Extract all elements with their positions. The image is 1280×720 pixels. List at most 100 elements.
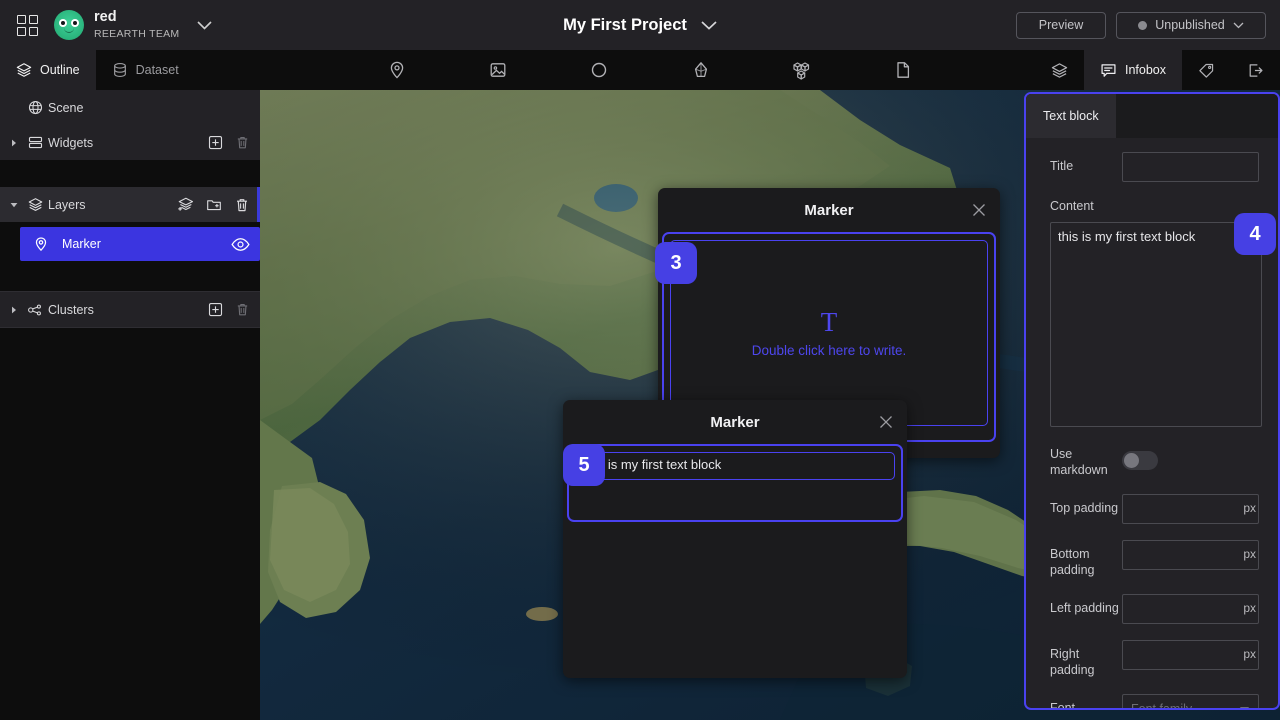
status-badge: Unpublished [1155, 18, 1225, 32]
outline-sidebar: Scene Widgets Layers Marker Clusters [0, 90, 260, 720]
text-block-placeholder[interactable]: T Double click here to write. [670, 240, 988, 426]
status-dot-icon [1138, 20, 1148, 30]
right-tab-group: Infobox [1035, 50, 1280, 90]
secondary-toolbar: Outline Dataset Infobox [0, 50, 1280, 90]
dashboard-button[interactable] [0, 0, 54, 50]
grid-icon [16, 14, 38, 36]
trash-icon[interactable] [234, 197, 250, 213]
preview-button[interactable]: Preview [1016, 11, 1106, 39]
top-bar-actions: Preview Unpublished [1016, 0, 1266, 50]
workspace-avatar [54, 10, 84, 40]
infobox-icon [1100, 62, 1117, 79]
clusters-group: Clusters [0, 292, 260, 327]
bottom-padding-input[interactable] [1122, 540, 1259, 570]
field-right-padding: Right padding px [1050, 640, 1264, 678]
infobox-header: Marker [658, 188, 1000, 232]
layers-icon [22, 197, 48, 212]
eye-icon[interactable] [231, 237, 250, 252]
file-icon[interactable] [886, 53, 920, 87]
use-markdown-toggle[interactable] [1122, 451, 1158, 470]
trash-icon[interactable] [235, 135, 250, 150]
add-icon[interactable] [208, 302, 223, 317]
chevron-right-icon[interactable] [6, 139, 22, 147]
polygon-3d-icon[interactable] [684, 53, 718, 87]
text-block-value: this is my first text block [584, 457, 722, 472]
tab-dataset-label: Dataset [135, 63, 179, 77]
clusters-icon [22, 302, 48, 318]
top-padding-input[interactable] [1122, 494, 1259, 524]
workspace-name: red [94, 9, 117, 26]
infobox-popup-front[interactable]: Marker this is my first text block [563, 400, 907, 678]
title-input[interactable] [1122, 152, 1259, 182]
sidebar-item-layers[interactable]: Layers [0, 187, 260, 222]
workspace-team: REEARTH TEAM [94, 27, 180, 40]
tab-outline[interactable]: Outline [0, 50, 96, 90]
field-content-label: Content [1050, 199, 1094, 213]
step-badge-4-label: 4 [1249, 222, 1261, 245]
sidebar-layer-marker-label: Marker [62, 237, 101, 251]
image-icon[interactable] [481, 53, 515, 87]
field-right-padding-label: Right padding [1050, 647, 1095, 677]
sidebar-item-scene-label: Scene [48, 100, 84, 115]
field-title: Title [1050, 152, 1264, 182]
field-top-padding: Top padding px [1050, 494, 1264, 524]
content-textarea[interactable] [1050, 222, 1262, 427]
sidebar-item-widgets[interactable]: Widgets [0, 125, 260, 160]
circle-icon[interactable] [582, 53, 616, 87]
field-bottom-padding: Bottom padding px [1050, 540, 1264, 578]
chevron-down-icon [1239, 706, 1250, 708]
tab-tags[interactable] [1182, 50, 1231, 90]
field-left-padding-label: Left padding [1050, 601, 1119, 615]
sidebar-divider-2 [0, 327, 260, 328]
sidebar-layer-marker[interactable]: Marker [20, 227, 260, 261]
left-padding-input[interactable] [1122, 594, 1259, 624]
tab-infobox[interactable]: Infobox [1083, 50, 1182, 90]
layers-icon [16, 62, 32, 78]
close-icon[interactable] [879, 415, 893, 429]
new-folder-icon[interactable] [206, 197, 222, 213]
publish-status-button[interactable]: Unpublished [1116, 11, 1266, 39]
infobox-settings-panel: Text block Title Content Use markdown [1024, 92, 1280, 710]
field-top-padding-label: Top padding [1050, 501, 1119, 515]
add-layer-icon[interactable] [177, 196, 194, 213]
tab-scene-layers[interactable] [1035, 50, 1084, 90]
sidebar-item-widgets-label: Widgets [48, 135, 94, 150]
text-block-content[interactable]: this is my first text block [575, 452, 895, 480]
placeholder-text: Double click here to write. [751, 342, 907, 358]
blocks-icon[interactable] [785, 53, 819, 87]
layers-icon [1051, 62, 1068, 79]
sidebar-item-clusters-label: Clusters [48, 302, 94, 317]
chevron-down-icon[interactable] [197, 20, 213, 30]
field-bottom-padding-label: Bottom padding [1050, 547, 1095, 577]
export-icon [1247, 62, 1264, 79]
close-icon[interactable] [972, 203, 986, 217]
field-font-label: Font [1050, 701, 1076, 710]
tab-text-block-label: Text block [1043, 109, 1099, 123]
project-chevron-down-icon[interactable] [701, 20, 717, 30]
trash-icon[interactable] [235, 302, 250, 317]
tag-icon [1198, 62, 1215, 79]
field-title-label: Title [1050, 159, 1074, 173]
layers-group: Layers Marker [0, 187, 260, 261]
tab-dataset[interactable]: Dataset [96, 50, 195, 90]
sidebar-item-scene[interactable]: Scene [0, 90, 260, 125]
tab-export[interactable] [1231, 50, 1280, 90]
page-title: My First Project [563, 15, 687, 34]
font-family-select[interactable]: Font family [1122, 694, 1259, 708]
add-icon[interactable] [208, 135, 223, 150]
top-bar: red REEARTH TEAM My First Project Previe… [0, 0, 1280, 50]
tab-text-block[interactable]: Text block [1026, 94, 1116, 138]
chevron-down-icon[interactable] [6, 202, 22, 208]
right-padding-input[interactable] [1122, 640, 1259, 670]
infobox-block-selection[interactable]: this is my first text block [567, 444, 903, 522]
step-badge-4: 4 [1234, 213, 1276, 255]
globe-icon [22, 100, 48, 115]
step-badge-3: 3 [655, 242, 697, 284]
map-pin-icon[interactable] [380, 53, 414, 87]
workspace-info: red REEARTH TEAM [94, 10, 179, 39]
tab-infobox-label: Infobox [1124, 63, 1166, 77]
step-badge-3-label: 3 [670, 251, 682, 274]
chevron-right-icon[interactable] [6, 306, 22, 314]
field-use-markdown: Use markdown [1050, 446, 1264, 478]
sidebar-item-clusters[interactable]: Clusters [0, 292, 260, 327]
